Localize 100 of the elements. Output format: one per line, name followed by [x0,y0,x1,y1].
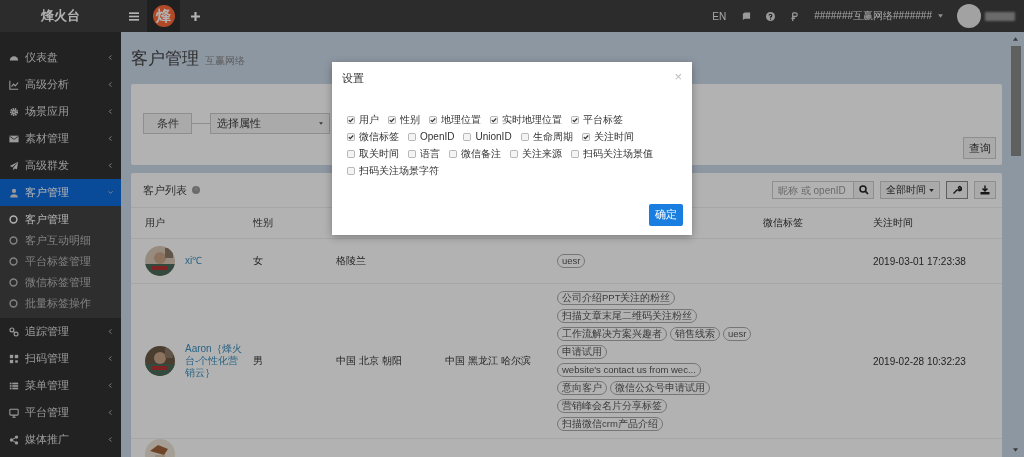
user-icon [9,187,19,198]
checkbox[interactable] [388,115,396,124]
sidebar-item[interactable]: 菜单管理 [0,372,121,399]
scroll-up-icon[interactable] [1013,37,1018,41]
search-icon [858,185,869,195]
checkbox-option[interactable]: 关注时间 [581,130,634,143]
chevron-icon [108,81,113,88]
sidebar-item[interactable]: 媒体推广 [0,426,121,453]
user-name-link[interactable]: Aaron｛烽火台-个性化营销云｝ [185,343,245,379]
circle-icon [9,257,18,266]
checkbox-option[interactable]: 语言 [408,147,440,160]
checkbox-option[interactable]: OpenID [408,130,455,143]
checkbox-option[interactable]: 扫码关注场景字符 [347,164,439,177]
checkbox[interactable] [571,149,579,158]
condition-button[interactable]: 条件 [143,113,192,134]
submenu-item[interactable]: 微信标签管理 [0,272,121,293]
chevron-icon [108,189,113,196]
user-name-link[interactable]: xi℃ [185,255,245,267]
qr-code-icon [9,353,19,364]
search-button[interactable] [854,181,874,199]
table-cell-text: 2019-02-28 10:32:23 [873,355,967,367]
checkbox[interactable] [510,149,518,158]
checkbox[interactable] [520,132,529,141]
submenu-item[interactable]: 客户管理 [0,209,121,230]
confirm-button[interactable]: 确定 [649,204,683,226]
checkbox[interactable] [490,115,498,124]
sidebar-item[interactable]: 高级分析 [0,71,121,98]
scrollbar-thumb[interactable] [1010,46,1021,156]
checkbox-option[interactable]: 扫码关注场景值 [571,147,653,160]
user-avatar[interactable] [957,4,981,28]
sidebar-item[interactable]: 追踪管理 [0,318,121,345]
chevron-icon [108,162,113,169]
checkbox[interactable] [429,115,437,124]
checkbox-option[interactable]: 微信备注 [449,147,501,160]
sidebar-item[interactable]: 高级群发 [0,152,121,179]
caret-icon [929,188,934,192]
settings-icon [9,106,19,117]
checkbox[interactable] [408,149,416,158]
language-link[interactable]: EN [712,10,727,22]
scroll-down-icon[interactable] [1013,448,1018,452]
query-button[interactable]: 查询 [963,137,996,159]
caret-icon [319,122,323,125]
help-icon[interactable] [192,186,200,194]
sidebar-item[interactable]: 仪表盘 [0,44,121,71]
menu-icon[interactable] [129,11,139,21]
envelope-icon [9,133,19,144]
submenu-item[interactable]: 批量标签操作 [0,293,121,314]
checkbox-option[interactable]: 用户 [347,113,379,126]
table-cell: 中国 北京 朝阳 [336,355,402,366]
attribute-select[interactable]: 选择属性 [210,113,330,134]
page-title: 客户管理 [131,48,199,70]
table-cell-text: 2019-03-01 17:23:38 [873,255,967,267]
download-button[interactable] [974,181,996,199]
checkbox[interactable] [347,166,355,175]
dialog-title: 设置 [342,71,364,86]
checkbox-option[interactable]: 关注来源 [510,147,562,160]
sidebar-item[interactable]: 平台管理 [0,399,121,426]
settings-button[interactable] [946,181,968,199]
checkbox[interactable] [408,132,416,141]
paper-plane-icon [9,160,19,171]
column-header: 微信标签 [763,216,804,230]
line-chart-icon [9,79,19,90]
checkbox-option[interactable]: 微信标签 [347,130,399,143]
checkbox-option[interactable]: 实时地理位置 [490,113,562,126]
checkbox-option[interactable]: 生命周期 [520,130,573,143]
checkbox[interactable] [581,132,590,141]
chevron-icon [108,382,113,389]
table-cell: 中国 黑龙江 哈尔滨 [445,355,531,366]
checkbox-option[interactable]: 地理位置 [429,113,481,126]
checkbox[interactable] [571,115,579,124]
circle-icon [9,215,18,224]
column-header: 用户 [145,216,166,230]
scrollbar[interactable] [1007,32,1024,457]
checkbox[interactable] [347,149,355,158]
checkbox[interactable] [347,115,355,124]
checkbox-option[interactable]: UnionID [463,130,512,143]
table-cell-text: 女 [253,254,264,268]
checkbox[interactable] [347,132,355,141]
sidebar-item[interactable]: 客户管理 [0,179,121,206]
link-icon [9,326,19,337]
list-icon [9,380,19,391]
sidebar-item[interactable]: 素材管理 [0,125,121,152]
time-filter-dropdown[interactable]: 全部时间 [880,181,940,199]
book-icon[interactable] [742,11,752,21]
checkbox-option[interactable]: 性别 [388,113,420,126]
currency-icon[interactable] [790,11,800,21]
chevron-icon [108,108,113,115]
checkbox-option[interactable]: 平台标签 [571,113,623,126]
sidebar-item[interactable]: 扫码管理 [0,345,121,372]
submenu-item[interactable]: 客户互动明细 [0,230,121,251]
circle-icon [9,278,18,287]
checkbox-option[interactable]: 取关时间 [347,147,399,160]
card-title: 客户列表 [143,182,187,198]
sidebar-item[interactable]: 场景应用 [0,98,121,125]
submenu-item[interactable]: 平台标签管理 [0,251,121,272]
checkbox[interactable] [449,149,457,158]
help-icon[interactable] [766,11,776,21]
account-menu[interactable]: #######互赢网络####### [814,9,932,23]
checkbox[interactable] [463,132,472,141]
plus-icon[interactable] [191,11,200,21]
